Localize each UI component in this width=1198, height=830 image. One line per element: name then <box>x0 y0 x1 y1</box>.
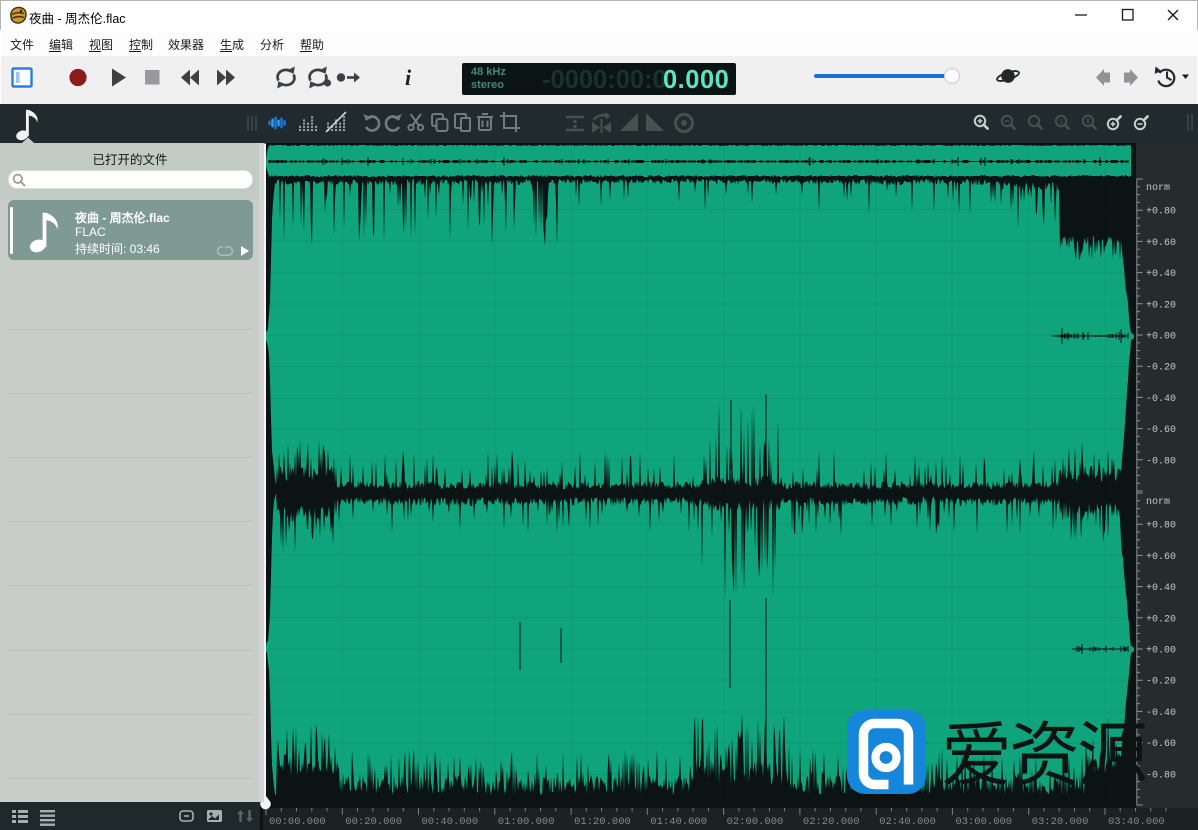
svg-text:03:20.000: 03:20.000 <box>1032 816 1089 828</box>
svg-text:-0.60: -0.60 <box>1146 739 1176 750</box>
svg-text:+0.20: +0.20 <box>1146 300 1176 311</box>
svg-text:03:40.000: 03:40.000 <box>1108 816 1165 828</box>
svg-text:00:00.000: 00:00.000 <box>269 816 326 828</box>
svg-text:+0.60: +0.60 <box>1146 552 1176 563</box>
svg-text:+0.80: +0.80 <box>1146 521 1176 532</box>
svg-text:i: i <box>405 65 412 90</box>
svg-text:-0.40: -0.40 <box>1146 394 1176 405</box>
svg-text:+0.60: +0.60 <box>1146 238 1176 249</box>
svg-text:-0.20: -0.20 <box>1146 677 1176 688</box>
svg-text:01:20.000: 01:20.000 <box>574 816 631 828</box>
svg-text:-0.60: -0.60 <box>1146 425 1176 436</box>
svg-text:+0.40: +0.40 <box>1146 583 1176 594</box>
svg-text:02:00.000: 02:00.000 <box>727 816 784 828</box>
svg-text:-0.80: -0.80 <box>1146 456 1176 467</box>
svg-text:-0.20: -0.20 <box>1146 363 1176 374</box>
svg-text:-0.80: -0.80 <box>1146 770 1176 781</box>
svg-text:-0.40: -0.40 <box>1146 708 1176 719</box>
svg-text:02:40.000: 02:40.000 <box>879 816 936 828</box>
svg-text:01:00.000: 01:00.000 <box>498 816 555 828</box>
svg-text:norm: norm <box>1146 497 1170 508</box>
svg-text:+0.00: +0.00 <box>1146 646 1176 657</box>
svg-text:+0.40: +0.40 <box>1146 269 1176 280</box>
svg-text:+0.20: +0.20 <box>1146 614 1176 625</box>
svg-text:+0.80: +0.80 <box>1146 207 1176 218</box>
svg-text:00:40.000: 00:40.000 <box>422 816 479 828</box>
svg-text:00:20.000: 00:20.000 <box>345 816 402 828</box>
svg-text:02:20.000: 02:20.000 <box>803 816 860 828</box>
svg-text:03:00.000: 03:00.000 <box>955 816 1012 828</box>
svg-text:1: 1 <box>1059 119 1063 126</box>
svg-text:01:40.000: 01:40.000 <box>650 816 707 828</box>
svg-text:norm: norm <box>1146 183 1170 194</box>
svg-text:+0.00: +0.00 <box>1146 332 1176 343</box>
